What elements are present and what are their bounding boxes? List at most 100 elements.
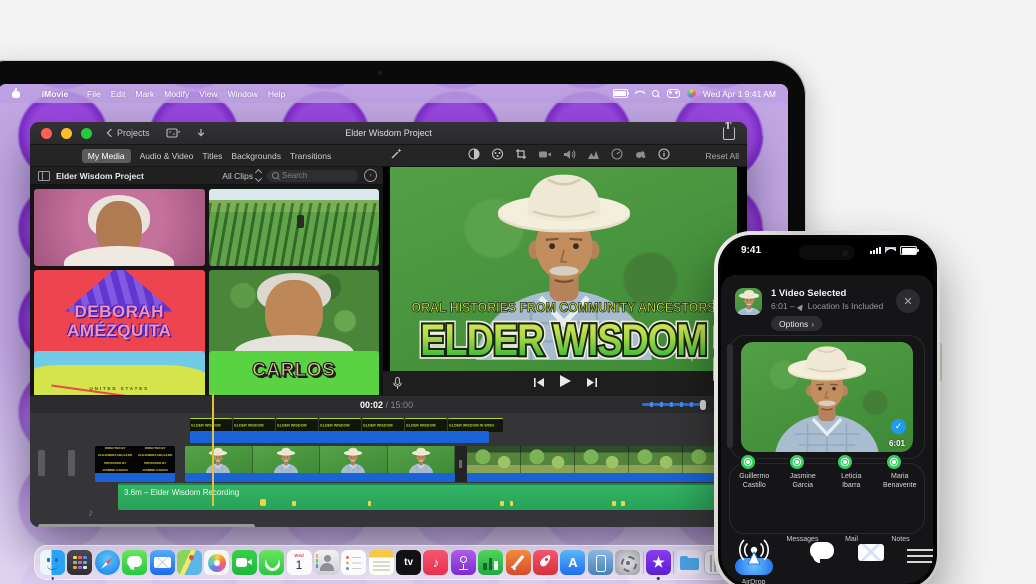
dock-system-settings[interactable] bbox=[615, 550, 640, 575]
credits-clip[interactable]: DIRECTED BYALEJANDRA DELGADO PRODUCED BY… bbox=[95, 446, 175, 473]
siri-icon[interactable] bbox=[687, 89, 696, 98]
audio-marker[interactable] bbox=[621, 501, 625, 506]
tab-audio-video[interactable]: Audio & Video bbox=[140, 151, 194, 161]
menu-modify[interactable]: Modify bbox=[164, 89, 189, 99]
color-balance-icon[interactable] bbox=[468, 147, 480, 165]
color-correction-icon[interactable] bbox=[491, 147, 504, 165]
title-clip[interactable]: ELDER WISDOM bbox=[319, 418, 361, 432]
dock-photos[interactable] bbox=[204, 550, 229, 575]
clip-thumbnail-elder-woman-green[interactable] bbox=[209, 270, 380, 355]
audio-marker[interactable] bbox=[612, 501, 616, 506]
previous-frame-button[interactable] bbox=[534, 374, 544, 392]
viewer-video[interactable]: ORAL HISTORIES FROM COMMUNITY ANCESTORS … bbox=[390, 167, 737, 371]
speed-icon[interactable] bbox=[611, 147, 623, 165]
menu-imovie[interactable]: iMovie bbox=[33, 89, 77, 99]
dock-podcasts[interactable] bbox=[451, 550, 476, 575]
menu-clock[interactable]: Wed Apr 1 9:41 AM bbox=[703, 89, 776, 99]
selected-checkmark-icon[interactable]: ✓ bbox=[891, 419, 906, 434]
options-button[interactable]: Options› bbox=[771, 316, 822, 331]
dock-launchpad[interactable] bbox=[67, 550, 92, 575]
dock-iphone-mirroring[interactable] bbox=[588, 550, 613, 575]
interview-video-clip[interactable] bbox=[185, 446, 455, 473]
title-clip[interactable]: ELDER WISDOM bbox=[362, 418, 404, 432]
timeline-horizontal-scrollbar[interactable] bbox=[38, 524, 255, 527]
media-browser-icon[interactable] bbox=[166, 128, 180, 139]
audio-marker[interactable] bbox=[292, 501, 296, 506]
airdrop-contact-maria[interactable]: MariaBenavente bbox=[878, 469, 922, 491]
back-to-projects-button[interactable]: Projects bbox=[108, 128, 150, 138]
playhead[interactable] bbox=[212, 394, 214, 506]
transition-handle[interactable] bbox=[455, 446, 467, 482]
carousel-previous-item-edge[interactable] bbox=[727, 344, 733, 448]
clip-thumbnail-deborah-title-card[interactable]: DEBORAH AMÉZQUITA bbox=[34, 270, 205, 355]
audio-marker[interactable] bbox=[368, 501, 371, 506]
dock-imovie[interactable]: ★ bbox=[646, 550, 671, 575]
share-app-messages[interactable]: Messages bbox=[781, 533, 825, 584]
garden-video-clip[interactable] bbox=[467, 446, 737, 473]
noise-reduction-icon[interactable] bbox=[634, 147, 647, 165]
dock-numbers[interactable] bbox=[478, 550, 503, 575]
dock-downloads-folder[interactable] bbox=[677, 550, 702, 575]
title-track-bar[interactable] bbox=[190, 431, 489, 443]
dock-contacts[interactable] bbox=[314, 550, 339, 575]
dock-mail[interactable] bbox=[150, 550, 175, 575]
clip-edge-handle[interactable] bbox=[68, 450, 75, 476]
airdrop-contact-leticia[interactable]: LeticiaIbarra bbox=[829, 469, 873, 491]
dock-phone[interactable] bbox=[259, 550, 284, 575]
title-clip[interactable]: ELDER WISDOM bbox=[276, 418, 318, 432]
share-app-mail[interactable]: Mail bbox=[830, 533, 874, 584]
airdrop-contact-guillermo[interactable]: GuillermoCastillo bbox=[732, 469, 776, 491]
close-window-button[interactable] bbox=[41, 128, 52, 139]
dock-pages[interactable] bbox=[506, 550, 531, 575]
dock-notes[interactable] bbox=[369, 550, 394, 575]
dock-safari[interactable] bbox=[95, 550, 120, 575]
title-clip[interactable]: ELDER WISDOM bbox=[233, 418, 275, 432]
minimize-window-button[interactable] bbox=[61, 128, 72, 139]
airdrop-contact-jasmine[interactable]: JasmineGarcia bbox=[781, 469, 825, 491]
dock-appstore[interactable]: A bbox=[560, 550, 585, 575]
zoom-window-button[interactable] bbox=[81, 128, 92, 139]
crop-icon[interactable] bbox=[515, 147, 527, 165]
clip-thumbnail-elder-woman-pink[interactable] bbox=[34, 189, 205, 266]
dock-finder[interactable] bbox=[40, 550, 65, 575]
search-input[interactable]: Search bbox=[267, 170, 358, 182]
timeline-zoom-slider[interactable] bbox=[642, 403, 704, 406]
menu-view[interactable]: View bbox=[199, 89, 217, 99]
tab-titles[interactable]: Titles bbox=[202, 151, 222, 161]
menu-file[interactable]: File bbox=[87, 89, 101, 99]
selected-video-preview[interactable]: ✓ 6:01 bbox=[741, 342, 913, 452]
reset-all-button[interactable]: Reset All bbox=[705, 151, 739, 161]
audio-recording-clip[interactable]: 3.6m – Elder Wisdom Recording bbox=[118, 483, 737, 510]
title-clip[interactable]: ELDER WISDOM bbox=[190, 418, 232, 432]
volume-icon[interactable] bbox=[563, 147, 576, 165]
tab-backgrounds[interactable]: Backgrounds bbox=[231, 151, 281, 161]
battery-icon[interactable] bbox=[613, 89, 628, 98]
sidebar-toggle-icon[interactable] bbox=[38, 171, 50, 181]
dock-maps[interactable] bbox=[177, 550, 202, 575]
play-button[interactable] bbox=[560, 374, 571, 392]
eq-icon[interactable] bbox=[587, 147, 600, 165]
dock-appletv[interactable]: tv bbox=[396, 550, 421, 575]
wifi-icon[interactable] bbox=[635, 90, 645, 98]
window-titlebar[interactable]: Projects Elder Wisdom Project bbox=[30, 122, 747, 145]
share-app-airdrop[interactable]: AirDrop bbox=[732, 533, 776, 584]
audio-marker[interactable] bbox=[500, 501, 504, 506]
zoom-slider-knob[interactable] bbox=[700, 400, 706, 410]
filter-circle-icon[interactable]: › bbox=[364, 169, 377, 182]
dock-facetime[interactable] bbox=[232, 550, 257, 575]
clip-thumbnail-carlos-title-card[interactable]: CARLOS PLASENCIA bbox=[209, 351, 380, 395]
menu-mark[interactable]: Mark bbox=[135, 89, 154, 99]
tab-my-media[interactable]: My Media bbox=[82, 149, 131, 163]
apple-menu-icon[interactable] bbox=[12, 89, 20, 98]
enhance-wand-icon[interactable] bbox=[390, 147, 403, 165]
clip-thumbnail-us-map[interactable]: UNITED STATES bbox=[34, 351, 205, 395]
tab-transitions[interactable]: Transitions bbox=[290, 151, 331, 161]
dock-reminders[interactable] bbox=[341, 550, 366, 575]
menu-window[interactable]: Window bbox=[228, 89, 258, 99]
menu-edit[interactable]: Edit bbox=[111, 89, 126, 99]
import-arrow-icon[interactable] bbox=[196, 128, 206, 139]
timeline[interactable]: ELDER WISDOM ELDER WISDOM ELDER WISDOM E… bbox=[30, 413, 747, 527]
dock-messages[interactable] bbox=[122, 550, 147, 575]
next-frame-button[interactable] bbox=[587, 374, 597, 392]
dock-rocket-app[interactable] bbox=[533, 550, 558, 575]
